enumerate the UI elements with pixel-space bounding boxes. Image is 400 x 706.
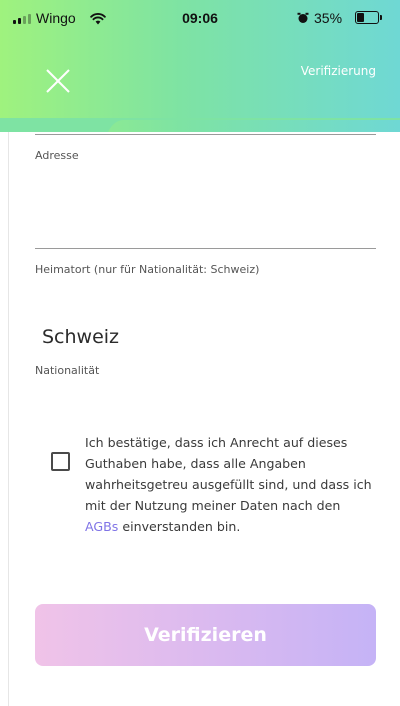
nationality-value[interactable]: Schweiz — [42, 326, 119, 348]
address-label: Adresse — [35, 149, 79, 162]
header-bar: Wingo 09:06 35% Verifizierung — [0, 0, 400, 132]
hometown-label: Heimatort (nur für Nationalität: Schweiz… — [35, 263, 260, 276]
consent-text: Ich bestätige, dass ich Anrecht auf dies… — [85, 432, 375, 537]
agb-link[interactable]: AGBs — [85, 519, 118, 534]
header-wave — [0, 118, 400, 132]
consent-text-before: Ich bestätige, dass ich Anrecht auf dies… — [85, 435, 372, 513]
verifizierung-link[interactable]: Verifizierung — [301, 64, 376, 78]
verify-button[interactable]: Verifizieren — [35, 604, 376, 666]
close-icon[interactable] — [40, 63, 76, 99]
nationality-label: Nationalität — [35, 364, 100, 377]
consent-text-after: einverstanden bin. — [118, 519, 241, 534]
left-edge-line — [8, 132, 9, 706]
consent-checkbox[interactable] — [51, 452, 70, 471]
previous-field-underline — [35, 134, 376, 135]
status-bar: Wingo 09:06 35% — [0, 0, 400, 36]
battery-icon — [355, 11, 382, 24]
alarm-icon — [297, 11, 309, 29]
address-field-underline[interactable] — [35, 248, 376, 249]
battery-percent: 35% — [314, 10, 343, 26]
